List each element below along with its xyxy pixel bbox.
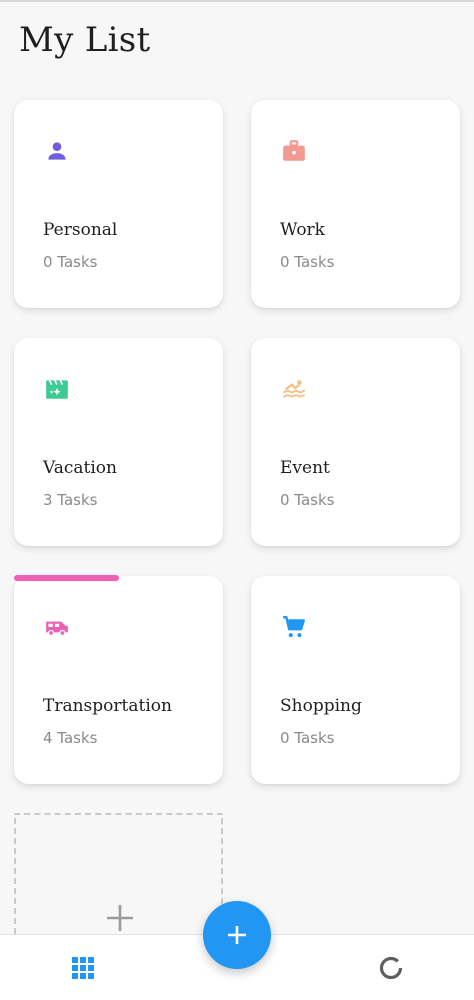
- task-count: 0 Tasks: [280, 253, 335, 271]
- category-name: Event: [280, 458, 330, 478]
- category-grid: Personal 0 Tasks Work 0 Tasks Vacation 3…: [0, 2, 474, 1000]
- task-count: 3 Tasks: [43, 491, 98, 509]
- task-count: 0 Tasks: [280, 491, 335, 509]
- progress-bar: [14, 575, 119, 581]
- category-card-vacation[interactable]: Vacation 3 Tasks: [14, 338, 223, 546]
- grid-icon[interactable]: [72, 957, 94, 979]
- category-card-shopping[interactable]: Shopping 0 Tasks: [251, 576, 460, 784]
- task-count: 4 Tasks: [43, 729, 98, 747]
- progress-ring-icon[interactable]: [378, 955, 404, 981]
- add-task-fab[interactable]: [203, 901, 271, 969]
- category-name: Shopping: [280, 696, 362, 716]
- person-icon: [48, 142, 66, 160]
- category-card-personal[interactable]: Personal 0 Tasks: [14, 100, 223, 308]
- plus-icon: [228, 926, 246, 944]
- briefcase-icon: [283, 140, 305, 161]
- category-card-event[interactable]: Event 0 Tasks: [251, 338, 460, 546]
- plus-icon: [107, 905, 133, 931]
- cart-icon: [283, 616, 305, 638]
- van-icon: [46, 621, 68, 637]
- movie-icon: [46, 379, 68, 399]
- category-name: Work: [280, 220, 325, 240]
- category-name: Transportation: [43, 696, 172, 716]
- task-count: 0 Tasks: [43, 253, 98, 271]
- task-count: 0 Tasks: [280, 729, 335, 747]
- category-name: Vacation: [43, 458, 117, 478]
- category-card-transportation[interactable]: Transportation 4 Tasks: [14, 575, 223, 784]
- swimmer-icon: [283, 380, 305, 398]
- category-name: Personal: [43, 220, 118, 240]
- category-card-work[interactable]: Work 0 Tasks: [251, 100, 460, 308]
